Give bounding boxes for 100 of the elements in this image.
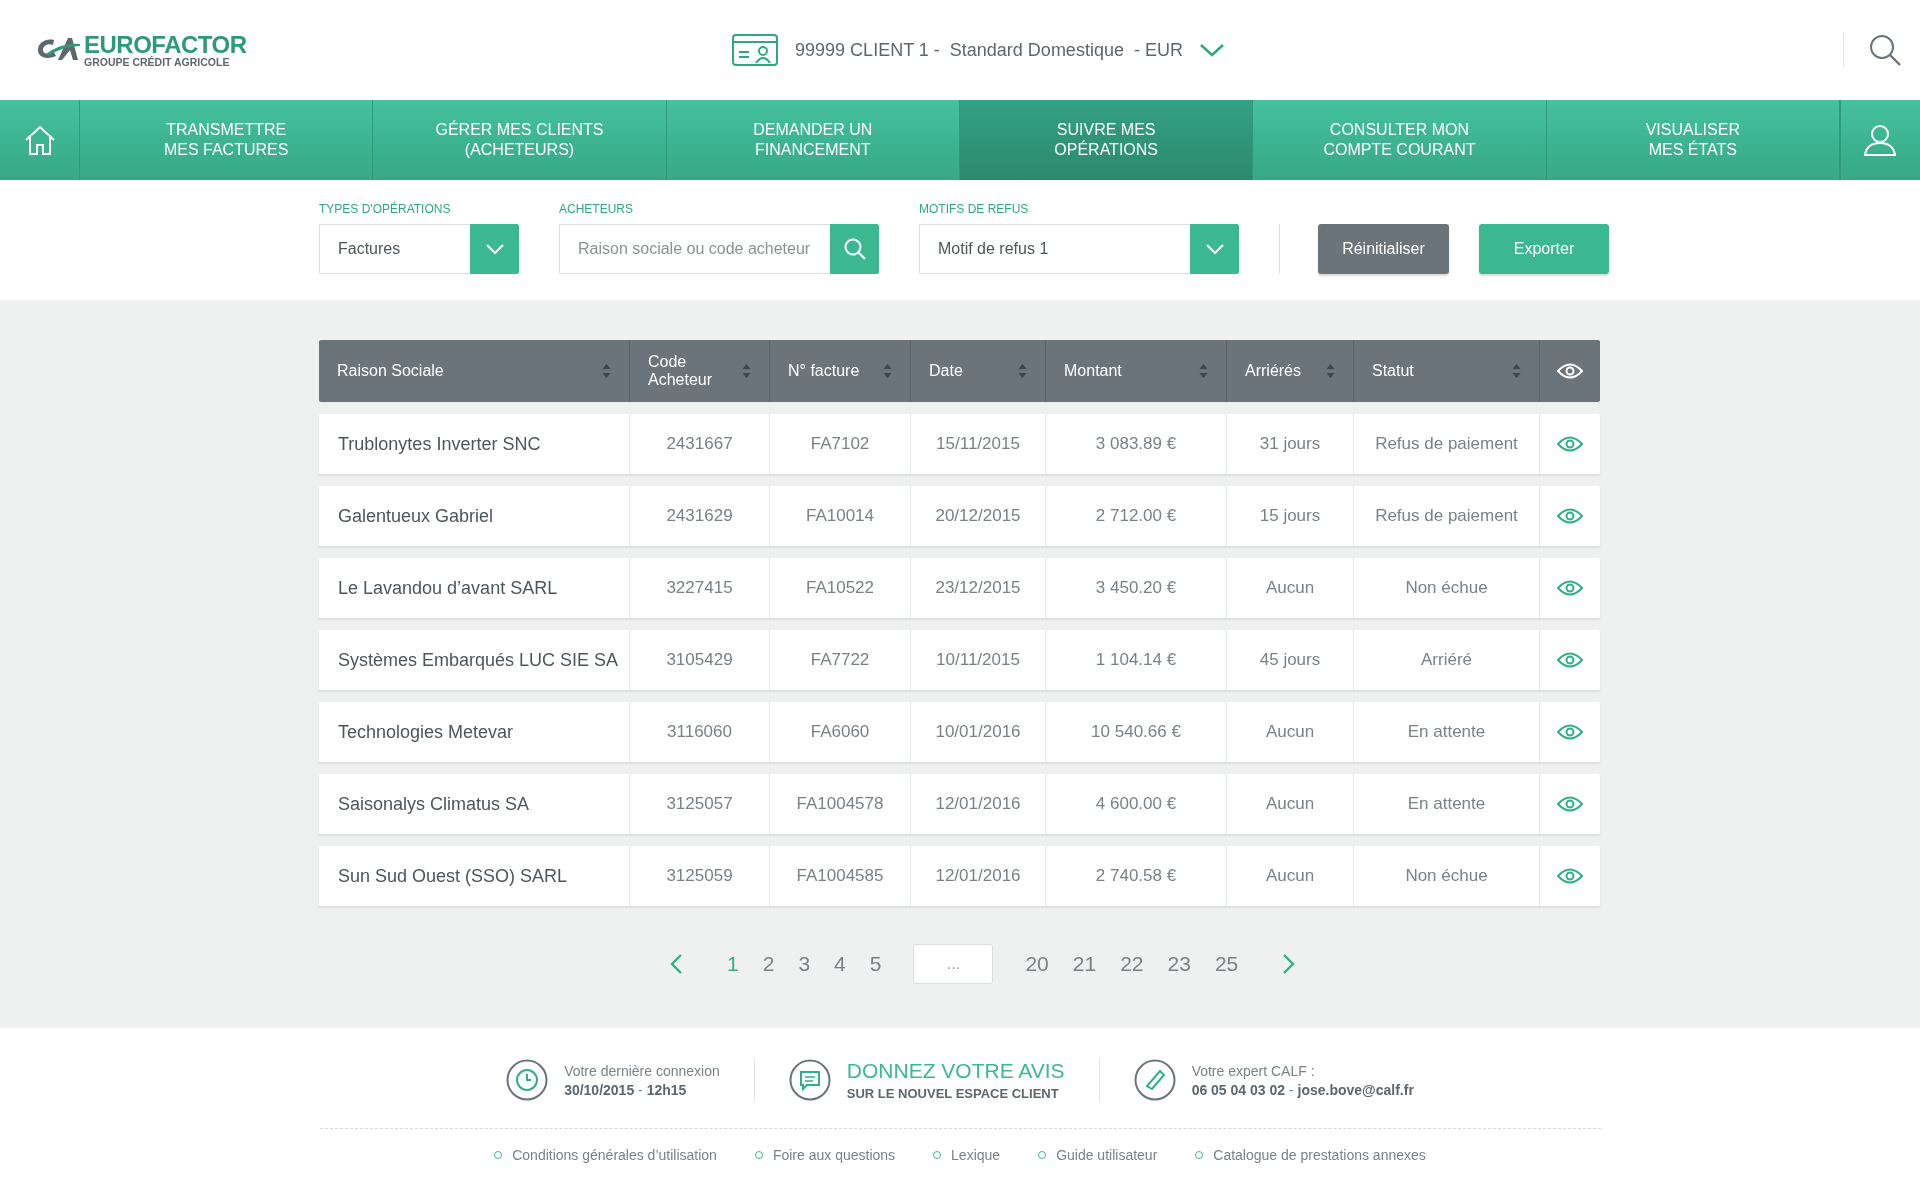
page-input-field[interactable]: ...	[913, 944, 994, 984]
view-button[interactable]	[1557, 867, 1583, 885]
table-cell: 3125057	[666, 794, 733, 814]
logo-name: EUROFACTOR	[84, 32, 247, 57]
page-link[interactable]: 23	[1156, 952, 1202, 976]
view-button[interactable]	[1557, 507, 1583, 525]
dropdown-button[interactable]	[1190, 224, 1239, 274]
nav-tab[interactable]: VISUALISER MES ÉTATS	[1546, 100, 1840, 180]
table-cell: FA6060	[810, 722, 870, 742]
sort-icon[interactable]	[883, 363, 892, 379]
column-header[interactable]: Arriérés	[1245, 362, 1301, 380]
table-cell: En attente	[1407, 794, 1486, 814]
export-button[interactable]: Exporter	[1479, 224, 1609, 274]
info-text: SUR LE NOUVEL ESPACE CLIENT	[846, 1086, 1060, 1101]
table-cell: En attente	[1407, 722, 1486, 742]
column-header[interactable]: Statut	[1372, 362, 1414, 380]
eye-icon	[1557, 579, 1583, 597]
page-link[interactable]: 25	[1203, 952, 1250, 976]
table-cell: 10 540.66 €	[1091, 722, 1181, 742]
view-button[interactable]	[1557, 723, 1583, 741]
column-header[interactable]: N° facture	[788, 362, 860, 380]
page-link[interactable]: 5	[858, 952, 893, 976]
chevron-right-icon	[1282, 953, 1297, 975]
table-cell: Trublonytes Inverter SNC	[338, 433, 541, 455]
table-cell: 4 600.00 €	[1095, 794, 1177, 814]
table-cell: FA10522	[805, 578, 875, 598]
logo-subtitle: GROUPE CRÉDIT AGRICOLE	[84, 56, 231, 68]
nav-tab[interactable]: DEMANDER UN FINANCEMENT	[666, 100, 960, 180]
eye-icon	[1557, 723, 1583, 741]
table-cell: Non échue	[1405, 578, 1488, 598]
page-link[interactable]: 20	[1014, 952, 1060, 976]
table-cell: Aucun	[1265, 722, 1315, 742]
table-cell: Aucun	[1265, 866, 1315, 886]
dropdown-field[interactable]: Motif de refus 1	[919, 224, 1190, 274]
table-cell: FA1004585	[796, 866, 884, 886]
sort-icon[interactable]	[742, 363, 751, 379]
filter-label: ACHETEURS	[559, 202, 634, 216]
dropdown-button[interactable]	[470, 224, 519, 274]
footer-link[interactable]: Lexique	[933, 1147, 1001, 1163]
sort-icon[interactable]	[1018, 363, 1027, 379]
chevron-left-icon	[669, 953, 683, 975]
client-selector[interactable]: 99999 CLIENT 1 - Standard Domestique - EUR	[725, 32, 1231, 68]
table-cell: 2 740.58 €	[1095, 866, 1177, 886]
page-link[interactable]: 1	[716, 952, 750, 976]
footer-link[interactable]: Conditions générales d’utilisation	[494, 1147, 717, 1163]
search-field[interactable]: Raison sociale ou code acheteur	[559, 224, 830, 274]
table-cell: Arriéré	[1421, 650, 1472, 670]
column-header[interactable]: Code Acheteur	[648, 353, 738, 389]
footer-link[interactable]: Guide utilisateur	[1038, 1147, 1158, 1163]
info-label: Votre expert CALF :	[1191, 1062, 1316, 1079]
eye-icon	[1557, 795, 1583, 813]
table-cell: FA7722	[810, 650, 870, 670]
sort-icon[interactable]	[1326, 363, 1335, 379]
page-link[interactable]: 4	[823, 952, 857, 976]
chevron-down-icon	[484, 243, 505, 255]
table-cell: Le Lavandou d’avant SARL	[338, 577, 558, 599]
nav-tab[interactable]: TRANSMETTRE MES FACTURES	[80, 100, 374, 180]
table-cell: 31 jours	[1259, 434, 1321, 454]
view-button[interactable]	[1557, 579, 1583, 597]
table-cell: 20/12/2015	[935, 506, 1021, 526]
eye-icon	[1557, 867, 1583, 885]
column-header[interactable]: Raison Sociale	[337, 362, 444, 380]
table-cell: 15/11/2015	[936, 434, 1020, 454]
sort-icon[interactable]	[602, 363, 611, 379]
table-cell: 12/01/2016	[935, 866, 1021, 886]
column-header[interactable]: Date	[929, 362, 963, 380]
feedback-title[interactable]: DONNEZ VOTRE AVIS	[846, 1059, 1065, 1083]
view-button[interactable]	[1557, 651, 1583, 669]
table-cell: 15 jours	[1259, 506, 1321, 526]
table-cell: Technologies Metevar	[338, 721, 514, 743]
column-header[interactable]: Montant	[1064, 362, 1122, 380]
table-cell: 10/01/2016	[935, 722, 1021, 742]
nav-tab[interactable]: SUIVRE MES OPÉRATIONS	[960, 100, 1254, 180]
nav-tab[interactable]: GÉRER MES CLIENTS (ACHETEURS)	[373, 100, 667, 180]
eye-icon	[1557, 651, 1583, 669]
id-card-icon	[731, 33, 780, 67]
page-link[interactable]: 22	[1109, 952, 1155, 976]
table-cell: FA10014	[805, 506, 875, 526]
nav-tab[interactable]: CONSULTER MON COMPTE COURANT	[1253, 100, 1547, 180]
reset-button[interactable]: Réinitialiser	[1318, 224, 1449, 274]
page-link[interactable]: 3	[787, 952, 822, 976]
table-cell: 45 jours	[1259, 650, 1321, 670]
view-button[interactable]	[1557, 795, 1583, 813]
table-cell: Aucun	[1265, 794, 1315, 814]
table-cell: Aucun	[1265, 578, 1315, 598]
page-link[interactable]: 21	[1061, 952, 1108, 976]
sort-icon[interactable]	[1199, 363, 1208, 379]
footer-link[interactable]: Foire aux questions	[754, 1147, 896, 1163]
table-cell: 2 712.00 €	[1095, 506, 1177, 526]
search-button[interactable]	[830, 224, 879, 274]
table-cell: 12/01/2016	[935, 794, 1021, 814]
table-cell: Saisonalys Climatus SA	[338, 793, 530, 815]
table-cell: 2431667	[666, 434, 733, 454]
sort-icon[interactable]	[1512, 363, 1521, 379]
table-cell: 3125059	[666, 866, 733, 886]
footer-link[interactable]: Catalogue de prestations annexes	[1195, 1147, 1426, 1163]
page-link[interactable]: 2	[751, 952, 786, 976]
view-button[interactable]	[1557, 435, 1583, 453]
table-cell: 3227415	[666, 578, 733, 598]
chevron-down-icon	[1198, 43, 1225, 57]
